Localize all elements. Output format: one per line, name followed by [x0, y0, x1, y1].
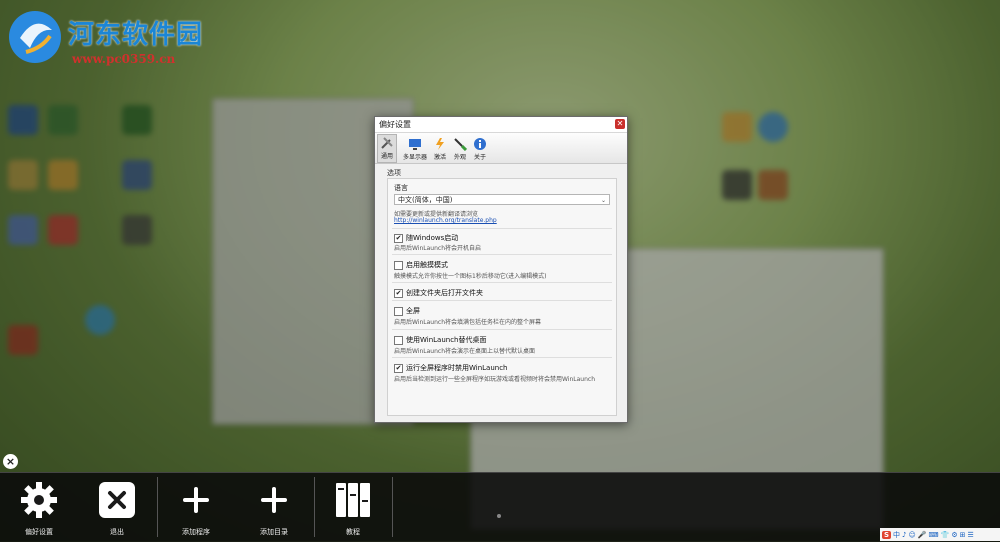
plus-icon	[261, 487, 287, 513]
microphone-icon[interactable]: 🎤	[918, 531, 927, 539]
settings-icon[interactable]: ⚙	[951, 531, 957, 539]
close-launcher-button[interactable]: ×	[3, 454, 18, 469]
general-tools-icon	[381, 137, 393, 149]
option-desc: 触摸模式允许你按住一个图标1秒后移动它(进入编辑模式)	[394, 273, 547, 280]
info-icon	[474, 138, 487, 150]
translate-link[interactable]: http://winlaunch.org/translate.php	[394, 217, 497, 224]
checkbox[interactable]	[394, 335, 403, 345]
checkbox[interactable]: ✔	[394, 288, 403, 298]
add-folder-button[interactable]: 添加目录	[235, 481, 313, 539]
appearance-brush-icon	[454, 138, 468, 151]
launcher-item-label: 退出	[110, 528, 124, 536]
launcher-item-label: 偏好设置	[25, 528, 53, 536]
preferences-button[interactable]: 偏好设置	[0, 481, 78, 539]
option-disable-fullscreen[interactable]: ✔ 运行全屏程序时禁用WinLaunch	[394, 363, 508, 373]
divider	[392, 329, 612, 330]
option-label: 使用WinLaunch替代桌面	[406, 336, 487, 344]
gear-icon	[21, 482, 57, 518]
checkbox[interactable]	[394, 260, 403, 270]
option-fullscreen[interactable]: 全屏	[394, 306, 420, 316]
option-label: 全屏	[406, 307, 420, 315]
language-value: 中文(简体，中国)	[398, 196, 453, 204]
option-open-folder[interactable]: ✔ 创建文件夹后打开文件夹	[394, 288, 483, 298]
watermark-url: www.pc0359.cn	[72, 52, 176, 66]
option-desc: 启用后WinLaunch将会开机自启	[394, 245, 481, 252]
tab-label: 通用	[380, 153, 393, 160]
options-group-title: 选项	[387, 169, 401, 177]
toolbox-icon[interactable]: ⊞	[960, 531, 966, 539]
dialog-toolbar: 通用 多显示器 激活 外观 关于	[375, 133, 627, 164]
divider	[392, 300, 612, 301]
divider	[392, 282, 612, 283]
option-label: 运行全屏程序时禁用WinLaunch	[406, 364, 508, 372]
site-watermark: 河东软件园 www.pc0359.cn	[6, 6, 226, 68]
tab-about[interactable]: 关于	[473, 137, 487, 163]
launcher-item-label: 添加程序	[182, 528, 210, 536]
preferences-dialog: 偏好设置 ✕ 通用 多显示器 激活 外观 关于 选项 语言 中文(简体，中国) …	[374, 116, 628, 423]
ime-punct-icon[interactable]: ♪	[902, 531, 906, 539]
option-label: 随Windows启动	[406, 234, 459, 242]
tab-multi-monitor[interactable]: 多显示器	[403, 137, 427, 163]
exit-button[interactable]: 退出	[78, 481, 156, 539]
option-desc: 启用后当检测到运行一些全屏程序如玩游戏或看视频时将会禁用WinLaunch	[394, 376, 595, 383]
option-touch-mode[interactable]: 启用触摸模式	[394, 260, 448, 270]
language-label: 语言	[394, 184, 408, 192]
option-label: 启用触摸模式	[406, 261, 448, 269]
plus-icon	[183, 487, 209, 513]
menu-icon[interactable]: ☰	[968, 531, 974, 539]
watermark-title: 河东软件园	[68, 20, 204, 50]
page-indicator-dot[interactable]	[497, 514, 501, 518]
dialog-titlebar[interactable]: 偏好设置 ✕	[375, 117, 627, 133]
options-box: 语言 中文(简体，中国) ⌄ 如需要更新或提供新翻译请浏览 http://win…	[387, 178, 617, 416]
system-tray: S 中 ♪ ☺ 🎤 ⌨ 👕 ⚙ ⊞ ☰	[880, 528, 1000, 541]
books-icon	[336, 483, 370, 517]
options-group: 选项 语言 中文(简体，中国) ⌄ 如需要更新或提供新翻译请浏览 http://…	[383, 169, 620, 416]
tab-appearance[interactable]: 外观	[453, 137, 468, 163]
divider	[392, 357, 612, 358]
dialog-title: 偏好设置	[379, 120, 411, 129]
option-desc: 启用后WinLaunch将会演示在桌面上以替代默认桌面	[394, 348, 535, 355]
tab-general[interactable]: 通用	[377, 134, 397, 163]
emoji-icon[interactable]: ☺	[909, 531, 916, 539]
sogou-ime-icon[interactable]: S	[882, 530, 892, 539]
divider	[392, 254, 612, 255]
launcher-item-label: 教程	[346, 528, 360, 536]
tab-label: 激活	[434, 154, 447, 161]
add-program-button[interactable]: 添加程序	[157, 481, 235, 539]
close-icon: ×	[5, 455, 16, 468]
exit-x-icon	[99, 482, 135, 518]
checkbox[interactable]	[394, 306, 403, 316]
close-icon: ✕	[616, 119, 624, 128]
checkbox[interactable]: ✔	[394, 363, 403, 373]
skin-icon[interactable]: 👕	[941, 531, 950, 539]
language-select[interactable]: 中文(简体，中国) ⌄	[394, 194, 610, 205]
site-logo-icon	[9, 11, 61, 63]
tab-label: 外观	[454, 154, 467, 161]
option-replace-desktop[interactable]: 使用WinLaunch替代桌面	[394, 335, 487, 345]
launcher-item-label: 添加目录	[260, 528, 288, 536]
tab-label: 多显示器	[403, 154, 428, 161]
tab-label: 关于	[474, 154, 487, 161]
divider	[392, 477, 393, 537]
option-label: 创建文件夹后打开文件夹	[406, 289, 483, 297]
option-desc: 启用后WinLaunch将会填满包括任务栏在内的整个屏幕	[394, 319, 541, 326]
launcher-bar: 偏好设置 退出 添加程序 添加目录 教程	[0, 472, 1000, 542]
checkbox[interactable]: ✔	[394, 233, 403, 243]
divider	[392, 228, 612, 229]
option-start-with-windows[interactable]: ✔ 随Windows启动	[394, 233, 458, 243]
close-button[interactable]: ✕	[615, 119, 625, 129]
ime-mode-icon[interactable]: 中	[893, 530, 900, 540]
activate-icon	[436, 138, 445, 150]
monitor-icon	[409, 139, 421, 150]
chevron-down-icon: ⌄	[600, 197, 606, 204]
keyboard-icon[interactable]: ⌨	[929, 531, 939, 539]
tab-activate[interactable]: 激活	[433, 137, 447, 163]
tutorial-button[interactable]: 教程	[314, 481, 392, 539]
